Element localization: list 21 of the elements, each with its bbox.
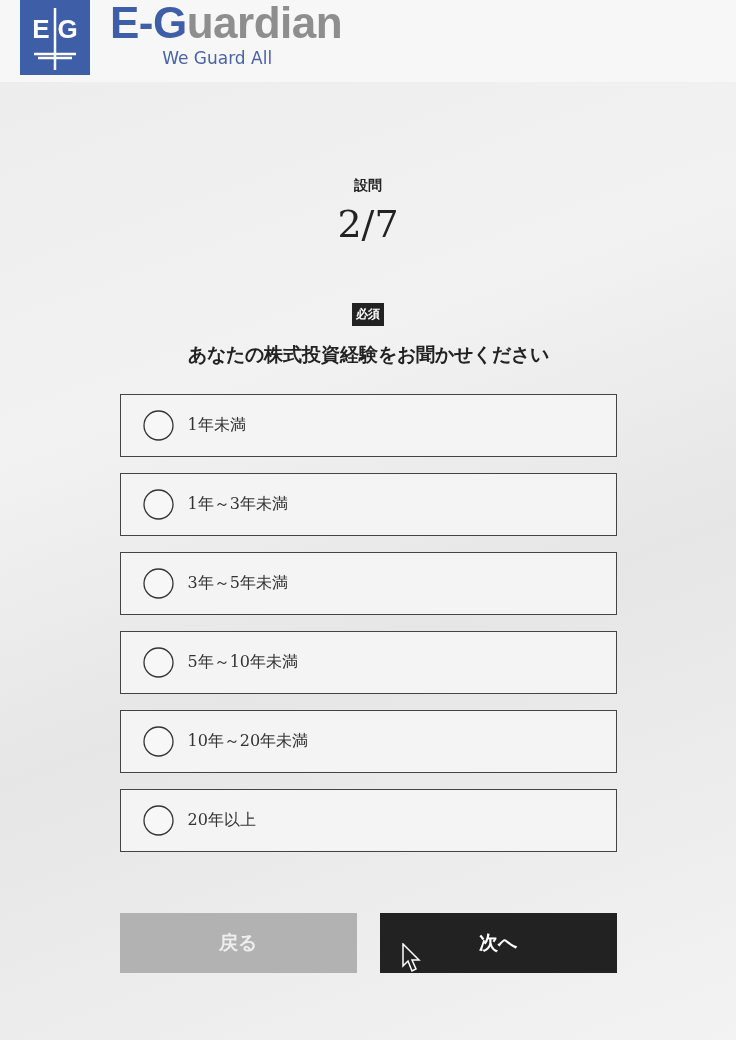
radio-button[interactable] [142, 647, 174, 678]
answer-option[interactable]: 5年～10年未満 [119, 631, 617, 694]
radio-button[interactable] [142, 568, 174, 599]
question-text: あなたの株式投資経験をお聞かせください [187, 342, 549, 367]
answer-option[interactable]: 1年～3年未満 [119, 473, 617, 536]
answer-option[interactable]: 3年～5年未満 [119, 552, 617, 615]
radio-button[interactable] [142, 489, 174, 520]
tagline: We Guard All [162, 47, 273, 70]
radio-button[interactable] [142, 726, 174, 757]
required-badge: 必須 [352, 303, 384, 326]
answer-option[interactable]: 1年未満 [119, 394, 617, 457]
radio-button[interactable] [142, 805, 174, 836]
mouse-cursor-icon [401, 943, 422, 973]
question-label: 設問 [354, 177, 382, 195]
answer-option[interactable]: 20年以上 [119, 789, 617, 852]
radio-button[interactable] [142, 410, 174, 441]
logo-wordmark: E-Guardian [110, 0, 343, 46]
logo-mark: E G [20, 0, 90, 75]
question-number: 2/7 [337, 201, 399, 247]
answer-option[interactable]: 10年～20年未満 [119, 710, 617, 773]
next-button[interactable]: 次へ [379, 913, 617, 973]
